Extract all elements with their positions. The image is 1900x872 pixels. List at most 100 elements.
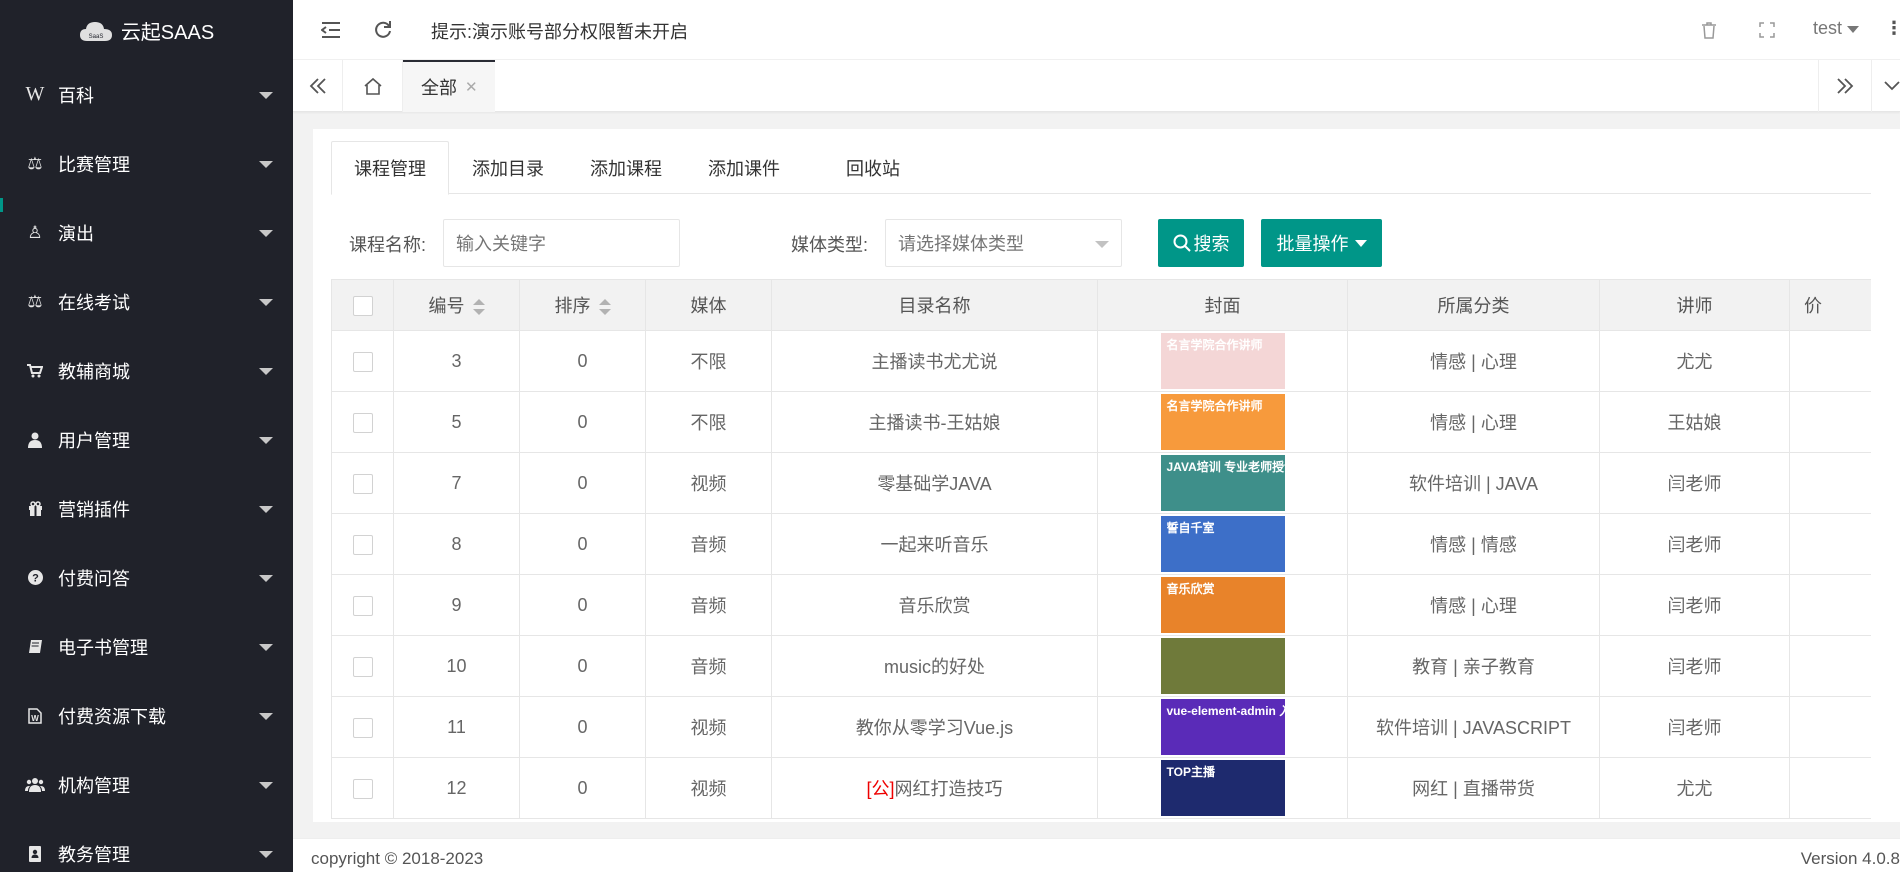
row-checkbox[interactable]	[352, 778, 373, 799]
row-checkbox-cell[interactable]	[331, 391, 394, 453]
select-placeholder: 请选择媒体类型	[898, 234, 1024, 254]
table-row[interactable]: 3 0 不限 主播读书尤尤说 名言学院合作讲师 情感 | 心理 尤尤	[331, 330, 1871, 392]
fullscreen-icon[interactable]	[1753, 16, 1781, 44]
chevron-down-icon	[1095, 241, 1109, 248]
sidebar-item-exam[interactable]: ⚖ 在线考试	[0, 267, 293, 336]
row-checkbox-cell[interactable]	[331, 635, 394, 697]
column-header-sort[interactable]: 排序	[519, 279, 646, 331]
cover-image[interactable]: 誓自千室	[1160, 516, 1285, 572]
cover-text: 名言学院合作讲师	[1166, 399, 1263, 413]
row-checkbox[interactable]	[352, 351, 373, 372]
sort-icon[interactable]	[472, 299, 485, 316]
app-logo[interactable]: SaaS 云起SAAS	[0, 0, 293, 60]
media-type-select[interactable]: 请选择媒体类型	[885, 219, 1122, 267]
more-vertical-icon[interactable]: ⋮	[1885, 18, 1900, 39]
cell-price	[1789, 757, 1871, 819]
user-menu[interactable]: test	[1813, 18, 1860, 39]
tab-add-courseware[interactable]: 添加课件	[685, 141, 803, 194]
sidebar-item-downloads[interactable]: W 付费资源下载	[0, 681, 293, 750]
sidebar-item-users[interactable]: 用户管理	[0, 405, 293, 474]
course-name-input[interactable]: 输入关键字	[443, 219, 680, 267]
home-icon[interactable]	[343, 60, 403, 112]
table-row[interactable]: 110视频 教你从零学习Vue.js vue-element-admin 入门+实战…	[331, 696, 1871, 758]
table-row[interactable]: 8 0 音频 一起来听音乐 誓自千室 情感 | 情感 闫老师	[331, 513, 1871, 575]
cell-name: 零基础学JAVA	[771, 452, 1098, 514]
course-name: 零基础学JAVA	[877, 474, 992, 494]
chevron-down-icon	[259, 367, 273, 375]
cell-category: 情感 | 情感	[1347, 513, 1600, 575]
table-row[interactable]: 10 0 音频 music的好处 教育 | 亲子教育 闫老师	[331, 635, 1871, 697]
row-checkbox[interactable]	[352, 534, 373, 555]
tabs-menu-chevron-down-icon[interactable]	[1872, 60, 1900, 112]
sort-icon[interactable]	[598, 299, 611, 316]
tab-recycle-bin[interactable]: 回收站	[803, 141, 943, 194]
sidebar-toggle-icon[interactable]	[317, 16, 345, 44]
batch-operation-button[interactable]: 批量操作	[1261, 219, 1382, 267]
cover-image[interactable]: vue-element-admin 入门+实战+API开发	[1160, 699, 1285, 755]
table-row[interactable]: 5 0 不限 主播读书-王姑娘 名言学院合作讲师 情感 | 心理 王姑娘	[331, 391, 1871, 453]
column-header-name: 目录名称	[771, 279, 1098, 331]
sidebar-item-competition[interactable]: ⚖ 比赛管理	[0, 129, 293, 198]
close-icon[interactable]: ✕	[465, 78, 478, 96]
refresh-icon[interactable]	[369, 16, 397, 44]
row-checkbox-cell[interactable]	[331, 574, 394, 636]
trash-icon[interactable]	[1695, 16, 1723, 44]
select-all-checkbox-cell[interactable]	[331, 279, 394, 331]
row-checkbox[interactable]	[352, 595, 373, 616]
table-row[interactable]: 12 0 视频 [公]网红打造技巧 TOP主播 网红 | 直播带货 尤尤	[331, 757, 1871, 819]
sidebar-item-baike[interactable]: W 百科	[0, 60, 293, 129]
row-checkbox-cell[interactable]	[331, 757, 394, 819]
cover-image[interactable]: 音乐欣赏	[1160, 577, 1285, 633]
sidebar-item-label: 百科	[58, 85, 94, 106]
row-checkbox[interactable]	[352, 717, 373, 738]
tab-course-management[interactable]: 课程管理	[331, 141, 449, 195]
row-checkbox[interactable]	[352, 656, 373, 677]
sidebar-item-performance[interactable]: ♙ 演出	[0, 198, 293, 267]
sidebar-item-label: 教辅商城	[58, 361, 130, 382]
cell-id: 10	[393, 635, 520, 697]
row-checkbox-cell[interactable]	[331, 452, 394, 514]
cell-id: 8	[393, 513, 520, 575]
column-header-cover: 封面	[1097, 279, 1348, 331]
tabs-scroll-right-icon[interactable]	[1818, 60, 1872, 112]
tabs-scroll-left-icon[interactable]	[293, 60, 343, 112]
course-name: 网红打造技巧	[894, 779, 1003, 799]
tab-label: 全部	[421, 78, 457, 98]
sidebar-item-mall[interactable]: 教辅商城	[0, 336, 293, 405]
cover-image[interactable]: JAVA培训 专业老师授课	[1160, 455, 1285, 511]
row-checkbox-cell[interactable]	[331, 330, 394, 392]
sidebar-item-organization[interactable]: 机构管理	[0, 750, 293, 819]
cover-image[interactable]: 名言学院合作讲师	[1160, 394, 1285, 450]
cell-teacher: 闫老师	[1599, 574, 1790, 636]
cover-image[interactable]	[1160, 638, 1285, 694]
select-all-checkbox[interactable]	[352, 295, 373, 316]
cover-text: 誓自千室	[1166, 521, 1215, 535]
performance-icon: ♙	[27, 222, 43, 242]
row-checkbox-cell[interactable]	[331, 696, 394, 758]
row-checkbox[interactable]	[352, 473, 373, 494]
row-checkbox[interactable]	[352, 412, 373, 433]
cell-price	[1789, 513, 1871, 575]
table-row[interactable]: 9 0 音频 音乐欣赏 音乐欣赏 情感 | 心理 闫老师	[331, 574, 1871, 636]
tab-add-catalog[interactable]: 添加目录	[449, 141, 567, 194]
tab-all[interactable]: 全部 ✕	[403, 60, 495, 112]
sidebar-item-marketing[interactable]: 营销插件	[0, 474, 293, 543]
sidebar-item-paid-qa[interactable]: ? 付费问答	[0, 543, 293, 612]
table-row[interactable]: 7 0 视频 零基础学JAVA JAVA培训 专业老师授课 软件培训 | JAVA 闫老师	[331, 452, 1871, 514]
search-button[interactable]: 搜索	[1158, 219, 1244, 267]
cell-cover: 音乐欣赏	[1097, 574, 1348, 636]
cover-image[interactable]: TOP主播	[1160, 760, 1285, 816]
column-header-category: 所属分类	[1347, 279, 1600, 331]
cover-image[interactable]: 名言学院合作讲师	[1160, 333, 1285, 389]
row-checkbox-cell[interactable]	[331, 513, 394, 575]
users-icon	[24, 777, 46, 792]
cell-cover: 名言学院合作讲师	[1097, 330, 1348, 392]
cover-text: 音乐欣赏	[1166, 582, 1215, 596]
sidebar-item-academic[interactable]: 教务管理	[0, 819, 293, 872]
tab-add-course[interactable]: 添加课程	[567, 141, 685, 194]
sidebar-item-label: 机构管理	[58, 775, 130, 796]
sidebar-item-ebook[interactable]: 电子书管理	[0, 612, 293, 681]
column-header-media: 媒体	[645, 279, 772, 331]
column-header-id[interactable]: 编号	[393, 279, 520, 331]
cell-cover: TOP主播	[1097, 757, 1348, 819]
